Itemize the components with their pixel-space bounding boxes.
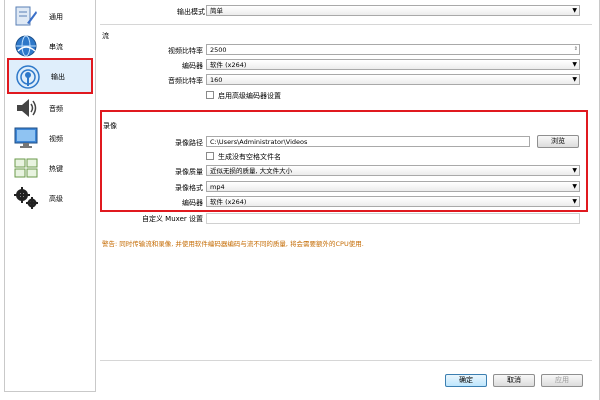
recording-format-label: 录像格式 — [175, 184, 203, 192]
sidebar-item-label: 输出 — [51, 73, 65, 81]
video-icon — [14, 127, 38, 148]
muxer-settings-label: 自定义 Muxer 设置 — [141, 215, 203, 223]
recording-quality-select[interactable]: 近似无损的质量, 大文件大小 ▼ — [206, 165, 580, 176]
recording-section-title: 录像 — [103, 122, 117, 130]
advanced-encoder-checkbox[interactable] — [206, 91, 214, 99]
output-mode-select[interactable]: 简单 ▼ — [206, 5, 580, 16]
sidebar-item-hotkeys[interactable]: 热键 — [7, 152, 93, 186]
no-space-filename-checkbox[interactable] — [206, 152, 214, 160]
output-settings-panel: 输出模式 简单 ▼ 流 视频比特率 2500 ⇕ 编码器 软件 (x264) ▼… — [100, 0, 592, 392]
divider — [100, 360, 592, 361]
recording-encoder-select[interactable]: 软件 (x264) ▼ — [206, 196, 580, 207]
recording-path-value: C:\Users\Administrator\Videos — [210, 138, 308, 146]
settings-sidebar: 通用 串流 输出 音频 视频 热键 高级 — [4, 0, 96, 392]
settings-window: 通用 串流 输出 音频 视频 热键 高级 输出模式 简单 ▼ 流 视频比特率 2… — [0, 0, 600, 400]
audio-icon — [17, 99, 37, 117]
spinner-arrows-icon[interactable]: ⇕ — [574, 45, 578, 54]
cpu-warning-text: 警告: 同时传输流和录像, 并使用软件编码器编码与流不同的质量, 将会需要额外的… — [102, 240, 364, 248]
ok-button[interactable]: 确定 — [445, 374, 487, 387]
chevron-down-icon: ▼ — [572, 183, 577, 190]
muxer-settings-input[interactable] — [206, 213, 580, 224]
recording-path-input[interactable]: C:\Users\Administrator\Videos — [206, 136, 530, 147]
chevron-down-icon: ▼ — [572, 7, 577, 14]
sidebar-item-advanced[interactable]: 高级 — [7, 182, 93, 216]
advanced-encoder-label: 启用高级编码器设置 — [218, 92, 281, 100]
chevron-down-icon: ▼ — [572, 198, 577, 205]
chevron-down-icon: ▼ — [572, 61, 577, 68]
advanced-icon — [14, 187, 38, 209]
output-mode-label: 输出模式 — [177, 8, 205, 16]
sidebar-item-video[interactable]: 视频 — [7, 122, 93, 156]
general-icon — [15, 6, 37, 26]
hotkeys-icon — [14, 158, 38, 178]
recording-quality-value: 近似无损的质量, 大文件大小 — [210, 167, 293, 175]
stream-icon — [15, 35, 37, 57]
recording-format-select[interactable]: mp4 ▼ — [206, 181, 580, 192]
audio-bitrate-label: 音频比特率 — [168, 77, 203, 85]
video-bitrate-label: 视频比特率 — [168, 47, 203, 55]
recording-encoder-label: 编码器 — [182, 199, 203, 207]
recording-encoder-value: 软件 (x264) — [210, 198, 247, 206]
sidebar-item-label: 热键 — [49, 165, 63, 173]
stream-encoder-label: 编码器 — [182, 62, 203, 70]
stream-encoder-select[interactable]: 软件 (x264) ▼ — [206, 59, 580, 70]
cancel-button[interactable]: 取消 — [493, 374, 535, 387]
browse-button[interactable]: 浏览 — [537, 135, 579, 148]
chevron-down-icon: ▼ — [572, 76, 577, 83]
video-bitrate-input[interactable]: 2500 ⇕ — [206, 44, 580, 55]
sidebar-item-label: 音频 — [49, 105, 63, 113]
chevron-down-icon: ▼ — [572, 167, 577, 174]
stream-section-title: 流 — [102, 32, 109, 40]
recording-format-value: mp4 — [210, 183, 225, 191]
audio-bitrate-value: 160 — [210, 76, 223, 84]
sidebar-item-label: 通用 — [49, 13, 63, 21]
sidebar-item-output[interactable]: 输出 — [7, 58, 93, 94]
sidebar-item-general[interactable]: 通用 — [7, 0, 93, 34]
recording-quality-label: 录像质量 — [175, 168, 203, 176]
recording-path-label: 录像路径 — [175, 139, 203, 147]
divider — [100, 24, 592, 25]
no-space-filename-label: 生成没有空格文件名 — [218, 153, 281, 161]
sidebar-item-audio[interactable]: 音频 — [7, 92, 93, 126]
audio-bitrate-select[interactable]: 160 ▼ — [206, 74, 580, 85]
apply-button[interactable]: 应用 — [541, 374, 583, 387]
video-bitrate-value: 2500 — [210, 46, 227, 54]
sidebar-item-label: 串流 — [49, 43, 63, 51]
sidebar-item-label: 视频 — [49, 135, 63, 143]
output-icon — [16, 65, 40, 89]
sidebar-item-label: 高级 — [49, 195, 63, 203]
stream-encoder-value: 软件 (x264) — [210, 61, 247, 69]
output-mode-value: 简单 — [210, 7, 223, 15]
